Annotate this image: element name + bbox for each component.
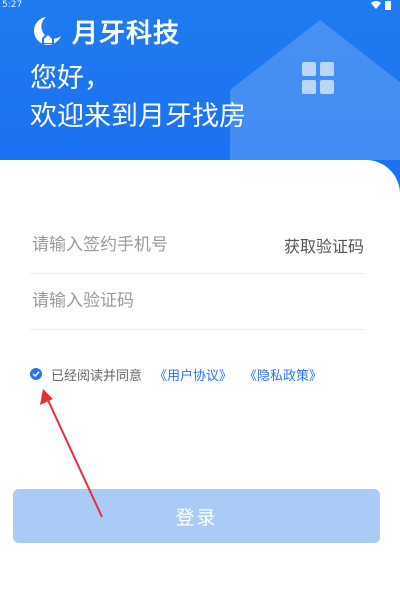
app-logo: 月牙科技 — [30, 10, 180, 52]
battery-icon — [385, 1, 391, 10]
window-icon — [302, 62, 334, 94]
logo-text: 月牙科技 — [72, 18, 181, 49]
greeting-line-2: 欢迎来到月牙找房 — [30, 101, 246, 132]
status-time: 5:27 — [2, 0, 23, 10]
privacy-policy-link[interactable]: 《隐私政策》 — [244, 365, 322, 384]
check-icon — [32, 371, 40, 378]
agreement-checkbox[interactable] — [30, 368, 42, 380]
moon-house-logo-icon — [33, 17, 61, 45]
phone-input[interactable] — [30, 229, 284, 261]
agreement-text: 已经阅读并同意 — [51, 368, 143, 384]
get-code-button[interactable]: 获取验证码 — [284, 233, 364, 257]
status-icons — [371, 0, 392, 13]
code-field-row — [30, 273, 364, 330]
login-button[interactable]: 登录 — [13, 489, 380, 543]
greeting: 您好， 欢迎来到月牙找房 — [30, 60, 246, 136]
phone-field-row: 获取验证码 — [30, 217, 364, 274]
agreement-row: 已经阅读并同意 《用户协议》 《隐私政策》 — [30, 364, 322, 384]
verification-code-input[interactable] — [30, 285, 364, 317]
greeting-line-1: 您好， — [30, 63, 111, 94]
wifi-icon — [371, 1, 382, 9]
user-agreement-link[interactable]: 《用户协议》 — [154, 365, 232, 384]
